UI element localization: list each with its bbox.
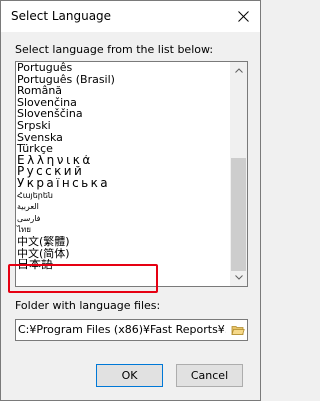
ok-button[interactable]: OK [96,364,163,387]
chevron-up-icon [234,68,243,73]
folder-path-text: C:¥Program Files (x86)¥Fast Reports¥.NE [18,323,226,336]
language-item-romana[interactable]: Română [16,85,230,97]
language-item-persian[interactable]: فارسی [16,213,230,225]
chevron-down-icon [234,275,243,280]
close-button[interactable] [226,1,260,32]
select-language-dialog: Select Language Select language from the… [0,0,261,401]
browse-folder-button[interactable] [229,322,246,338]
cancel-button[interactable]: Cancel [176,364,243,387]
instruction-label: Select language from the list below: [15,43,214,56]
language-item-chinese-traditional[interactable]: 中文(繁體) [16,236,230,248]
language-item-turkce[interactable]: Türkçe [16,143,230,155]
window-title: Select Language [11,9,112,23]
language-item-armenian[interactable]: Հայերեն [16,190,230,202]
language-listbox[interactable]: Português Português (Brasil) Română Slov… [15,61,248,287]
language-item-russian[interactable]: Русский [16,166,230,178]
language-item-slovencina[interactable]: Slovenčina [16,97,230,109]
folder-path-field[interactable]: C:¥Program Files (x86)¥Fast Reports¥.NE [15,319,248,341]
close-icon [237,11,249,22]
scroll-down-button[interactable] [230,269,247,286]
language-item-portugues[interactable]: Português [16,62,230,74]
language-item-slovenscina[interactable]: Slovenščina [16,108,230,120]
language-item-portugues-brasil[interactable]: Português (Brasil) [16,74,230,86]
list-scrollbar[interactable] [230,62,247,286]
title-bar[interactable]: Select Language [1,1,260,32]
folder-open-icon [230,326,245,335]
language-list: Português Português (Brasil) Română Slov… [16,62,230,271]
scroll-thumb[interactable] [231,158,246,271]
language-item-ukrainian[interactable]: Українська [16,178,230,190]
language-item-greek[interactable]: Ελληνικά [16,155,230,167]
language-item-thai[interactable]: ไทย [16,224,230,236]
language-item-svenska[interactable]: Svenska [16,132,230,144]
language-item-srpski[interactable]: Srpski [16,120,230,132]
scroll-up-button[interactable] [230,62,247,79]
selection-highlight-annotation [8,264,158,293]
language-item-chinese-simplified[interactable]: 中文(简体) [16,248,230,260]
language-item-arabic[interactable]: العربية [16,201,230,213]
folder-label: Folder with language files: [15,299,161,312]
